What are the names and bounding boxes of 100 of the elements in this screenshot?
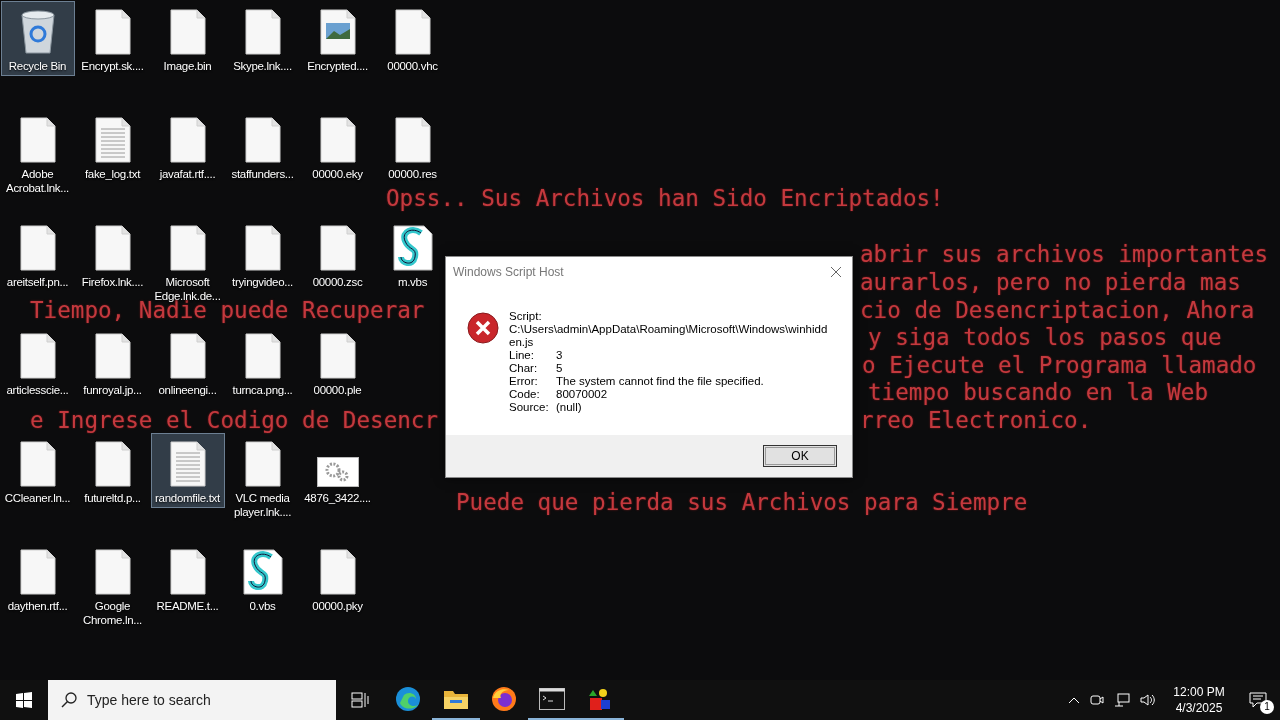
field-value: 80070002	[556, 388, 608, 401]
error-icon	[467, 312, 499, 344]
desktop-icon[interactable]: Firefox.lnk....	[75, 217, 150, 292]
message-icon	[1249, 692, 1267, 708]
icon-label: randomfile.txt	[154, 491, 221, 505]
shapes-icon	[587, 686, 613, 712]
desktop-icon[interactable]: staffunders...	[225, 109, 300, 184]
icon-label: Recycle Bin	[7, 59, 68, 73]
icon-label: 00000.pky	[311, 599, 364, 613]
blank-file-icon	[319, 333, 356, 379]
blank-file-icon	[19, 225, 56, 271]
desktop-icon[interactable]: 00000.zsc	[300, 217, 375, 292]
blank-file-icon	[94, 225, 131, 271]
icon-label: 0.vbs	[248, 599, 277, 613]
search-icon	[61, 692, 77, 708]
blank-file-icon	[319, 225, 356, 271]
blank-file-icon	[244, 441, 281, 487]
icon-label: 4876_3422....	[303, 491, 372, 505]
clock-date: 4/3/2025	[1175, 700, 1223, 716]
desktop-icon[interactable]: 00000.eky	[300, 109, 375, 184]
desktop-icon[interactable]: fake_log.txt	[75, 109, 150, 184]
icon-label: Encrypt.sk....	[80, 59, 145, 73]
desktop-icon[interactable]: Encrypt.sk....	[75, 1, 150, 76]
desktop-icon[interactable]: VLC media player.lnk....	[225, 433, 300, 522]
desktop-icon[interactable]: 00000.ple	[300, 325, 375, 400]
icon-label: fake_log.txt	[83, 167, 142, 181]
icon-label: README.t...	[155, 599, 220, 613]
script-file-icon	[392, 225, 433, 271]
desktop-icon[interactable]: 4876_3422....	[300, 433, 375, 508]
blank-file-icon	[244, 117, 281, 163]
network-icon[interactable]	[1114, 693, 1130, 707]
edge-browser-icon	[395, 686, 421, 712]
field-label: Line:	[509, 349, 535, 362]
field-value: 3	[556, 349, 563, 362]
icon-label: CCleaner.ln...	[3, 491, 72, 505]
desktop-icon[interactable]: Encrypted....	[300, 1, 375, 76]
icon-label: javafat.rtf....	[158, 167, 217, 181]
notifications-button[interactable]: 1	[1236, 680, 1280, 720]
desktop-icon[interactable]: onlineengi...	[150, 325, 225, 400]
search-field[interactable]: Type here to search	[48, 680, 336, 720]
chevron-up-icon[interactable]	[1068, 696, 1080, 704]
image-file-icon	[319, 9, 356, 55]
desktop-icon[interactable]: Skype.lnk....	[225, 1, 300, 76]
blank-file-icon	[169, 117, 206, 163]
field-value: C:\Users\admin\AppData\Roaming\Microsoft\Windows\winhidden.js	[509, 323, 829, 349]
clock-time: 12:00 PM	[1173, 684, 1225, 700]
ok-button[interactable]: OK	[763, 445, 837, 467]
desktop-icon[interactable]: 00000.res	[375, 109, 450, 184]
icon-label: 00000.vhc	[386, 59, 439, 73]
desktop-icon[interactable]: CCleaner.ln...	[0, 433, 75, 508]
blank-file-icon	[94, 9, 131, 55]
blank-file-icon	[19, 441, 56, 487]
icon-label: Adobe Acrobat.lnk...	[5, 167, 70, 195]
desktop-icon[interactable]: articlesscie...	[0, 325, 75, 400]
blank-file-icon	[94, 333, 131, 379]
desktop-icon[interactable]: m.vbs	[375, 217, 450, 292]
icon-label: staffunders...	[230, 167, 295, 181]
desktop-icon[interactable]: 00000.pky	[300, 541, 375, 616]
desktop-icon[interactable]: futureltd.p...	[75, 433, 150, 508]
blank-file-icon	[169, 333, 206, 379]
icon-label: areitself.pn...	[5, 275, 70, 289]
task-view-icon	[351, 692, 369, 708]
desktop-icon[interactable]: README.t...	[150, 541, 225, 616]
desktop-icon[interactable]: Google Chrome.ln...	[75, 541, 150, 630]
icon-label: m.vbs	[396, 275, 429, 289]
icon-label: Encrypted....	[306, 59, 369, 73]
blank-file-icon	[19, 549, 56, 595]
blank-file-icon	[394, 117, 431, 163]
desktop-icon[interactable]: randomfile.txt	[150, 433, 225, 508]
icon-label: Google Chrome.ln...	[81, 599, 143, 627]
field-label: Char:	[509, 362, 539, 375]
icon-label: 00000.ple	[312, 383, 363, 397]
desktop-icon[interactable]: funroyal.jp...	[75, 325, 150, 400]
desktop-icon[interactable]: javafat.rtf....	[150, 109, 225, 184]
icon-label: tryingvideo...	[231, 275, 294, 289]
close-icon	[830, 265, 842, 278]
blank-file-icon	[94, 549, 131, 595]
icon-label: Image.bin	[162, 59, 213, 73]
icon-label: 00000.res	[387, 167, 438, 181]
blank-file-icon	[394, 9, 431, 55]
desktop-icon[interactable]: tryingvideo...	[225, 217, 300, 292]
notification-count: 1	[1260, 700, 1274, 714]
camera-icon[interactable]	[1090, 693, 1104, 707]
desktop-icon[interactable]: daythen.rtf...	[0, 541, 75, 616]
icon-label: funroyal.jp...	[82, 383, 143, 397]
icon-label: Skype.lnk....	[232, 59, 293, 73]
volume-icon[interactable]	[1140, 693, 1156, 707]
field-label: Source:	[509, 401, 550, 414]
desktop-icon[interactable]: turnca.png...	[225, 325, 300, 400]
desktop-icon[interactable]: Adobe Acrobat.lnk...	[0, 109, 75, 198]
blank-file-icon	[244, 333, 281, 379]
ransom-note-text: rreo Electronico.	[860, 412, 1092, 429]
desktop-icon[interactable]: areitself.pn...	[0, 217, 75, 292]
desktop-icon[interactable]: Image.bin	[150, 1, 225, 76]
firefox-icon	[491, 686, 517, 712]
field-value: 5	[556, 362, 563, 375]
desktop-icon[interactable]: 0.vbs	[225, 541, 300, 616]
desktop-icon[interactable]: 00000.vhc	[375, 1, 450, 76]
desktop-icon[interactable]: Recycle Bin	[0, 1, 75, 76]
field-label: Code:	[509, 388, 541, 401]
